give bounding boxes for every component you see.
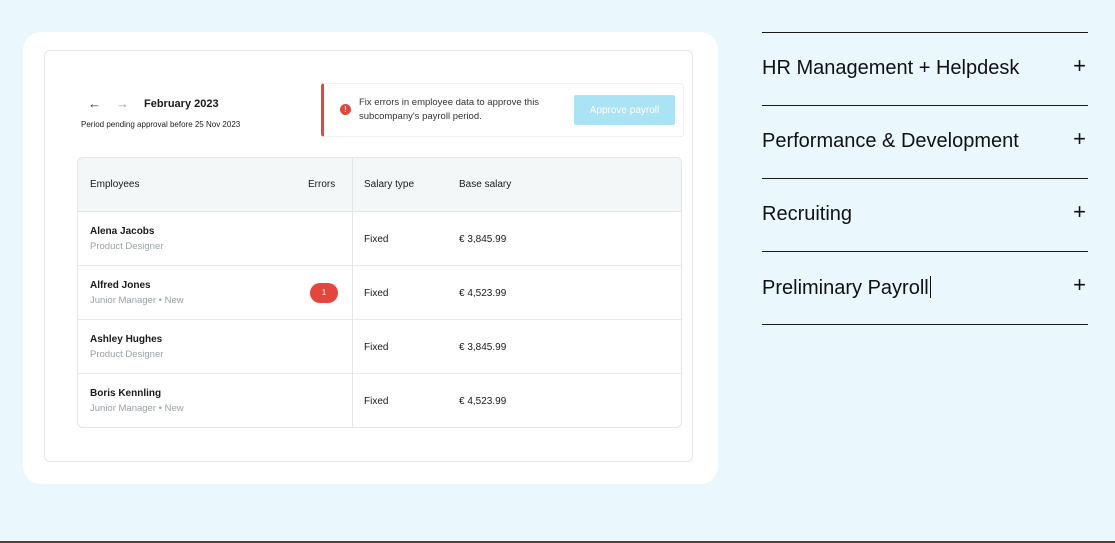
employee-name: Ashley Hughes (90, 334, 163, 345)
header-base-salary[interactable]: Base salary (459, 179, 511, 190)
employee-name: Alfred Jones (90, 280, 151, 291)
table-header: Employees Errors Salary type Base salary (78, 158, 681, 212)
column-divider (352, 158, 353, 427)
employee-role: Product Designer (90, 349, 164, 360)
employee-name: Alena Jacobs (90, 226, 155, 237)
feature-accordion: HR Management + Helpdesk + Performance &… (762, 32, 1088, 325)
accordion-label: Performance & Development (762, 130, 1019, 152)
header-employees[interactable]: Employees (90, 179, 139, 190)
error-count-badge[interactable]: 1 (310, 283, 338, 303)
accordion-label: Recruiting (762, 203, 853, 225)
header-errors[interactable]: Errors (308, 179, 335, 190)
plus-icon[interactable]: + (1073, 199, 1086, 225)
payroll-panel: ← → February 2023 Period pending approva… (44, 50, 693, 462)
error-icon: ! (340, 104, 351, 115)
payroll-preview-card: ← → February 2023 Period pending approva… (23, 32, 718, 484)
accordion-item-hr-management[interactable]: HR Management + Helpdesk + (762, 32, 1088, 105)
plus-icon[interactable]: + (1073, 53, 1086, 79)
salary-type: Fixed (364, 396, 389, 407)
base-salary: € 4,523.99 (459, 288, 507, 299)
base-salary: € 4,523.99 (459, 396, 507, 407)
accordion-label-with-caret: Preliminary Payroll (762, 276, 931, 300)
arrow-right-icon[interactable]: → (116, 97, 144, 111)
plus-icon[interactable]: + (1073, 272, 1086, 298)
accordion-item-recruiting[interactable]: Recruiting + (762, 178, 1088, 251)
base-salary: € 3,845.99 (459, 234, 507, 245)
employee-role: Junior Manager • New (90, 295, 184, 306)
arrow-left-icon[interactable]: ← (88, 97, 116, 111)
base-salary: € 3,845.99 (459, 342, 507, 353)
period-title: February 2023 (144, 98, 219, 110)
period-navigation: ← → February 2023 (88, 97, 219, 111)
text-caret (929, 276, 931, 298)
salary-type: Fixed (364, 234, 389, 245)
accordion-item-preliminary-payroll[interactable]: Preliminary Payroll + (762, 251, 1088, 325)
salary-type: Fixed (364, 288, 389, 299)
table-row[interactable]: Boris Kennling Junior Manager • New Fixe… (78, 374, 681, 427)
table-row[interactable]: Alena Jacobs Product Designer Fixed € 3,… (78, 212, 681, 266)
employee-role: Product Designer (90, 241, 164, 252)
page: ← → February 2023 Period pending approva… (0, 0, 1115, 543)
plus-icon[interactable]: + (1073, 126, 1086, 152)
error-alert: ! Fix errors in employee data to approve… (321, 83, 684, 137)
alert-message: Fix errors in employee data to approve t… (359, 97, 540, 122)
employees-table: Employees Errors Salary type Base salary… (77, 157, 682, 428)
accordion-item-performance[interactable]: Performance & Development + (762, 105, 1088, 178)
accordion-label: Preliminary Payroll (762, 277, 929, 299)
approve-payroll-button[interactable]: Approve payroll (574, 95, 675, 125)
accordion-label: HR Management + Helpdesk (762, 57, 1020, 79)
employee-role: Junior Manager • New (90, 403, 184, 414)
header-salary-type[interactable]: Salary type (364, 179, 414, 190)
employee-name: Boris Kennling (90, 388, 162, 399)
table-row[interactable]: Ashley Hughes Product Designer Fixed € 3… (78, 320, 681, 374)
table-row[interactable]: Alfred Jones Junior Manager • New 1 Fixe… (78, 266, 681, 320)
period-subtitle: Period pending approval before 25 Nov 20… (81, 120, 241, 129)
salary-type: Fixed (364, 342, 389, 353)
